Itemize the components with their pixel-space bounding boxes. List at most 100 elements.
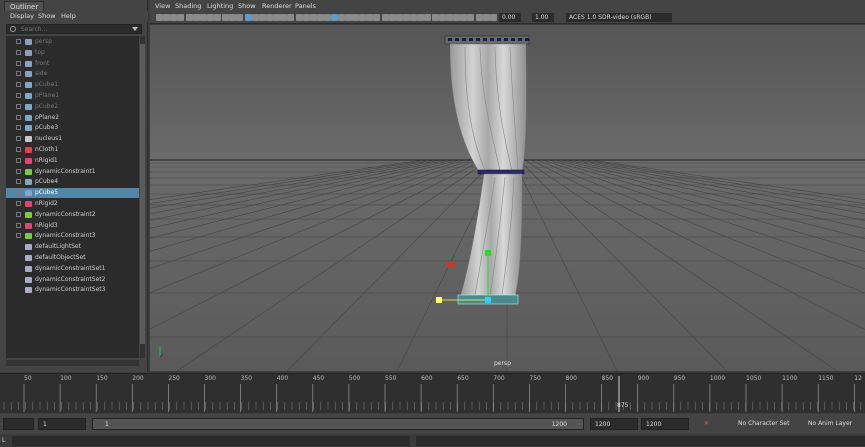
toolbar-tool-icon[interactable] <box>266 14 273 21</box>
outliner-item[interactable]: dynamicConstraint1 <box>6 167 139 177</box>
outliner-item[interactable]: pCube2 <box>6 102 139 112</box>
range-start-field[interactable] <box>3 418 34 430</box>
toolbar-tool-icon[interactable] <box>403 14 410 21</box>
command-input[interactable] <box>12 436 410 446</box>
outliner-item[interactable]: pCube3 <box>6 123 139 133</box>
toolbar-tool-icon[interactable] <box>483 14 490 21</box>
colorspace-select[interactable]: ACES 1.0 SDR-video (sRGB) <box>566 13 672 22</box>
range-slider[interactable]: 1 1200 <box>92 418 584 430</box>
outliner-item[interactable]: pCube5 <box>6 188 139 199</box>
toolbar-tool-icon[interactable] <box>396 14 403 21</box>
outliner-item[interactable]: persp <box>6 37 139 47</box>
menu-help[interactable]: Help <box>61 12 76 20</box>
toolbar-tool-icon[interactable] <box>280 14 287 21</box>
3d-viewport[interactable] <box>150 25 865 371</box>
outliner-item[interactable]: defaultLightSet <box>6 242 139 252</box>
outliner-item[interactable]: nucleus1 <box>6 134 139 144</box>
toolbar-tool-icon[interactable] <box>317 14 324 21</box>
toolbar-tool-icon[interactable] <box>200 14 207 21</box>
auto-key-icon[interactable]: ✕ <box>700 418 712 430</box>
toolbar-tool-icon[interactable] <box>163 14 170 21</box>
outliner-item[interactable]: pPlane1 <box>6 91 139 101</box>
expand-toggle-icon[interactable] <box>16 157 21 163</box>
outliner-item[interactable]: pCube1 <box>6 80 139 90</box>
toolbar-tool-icon[interactable] <box>410 14 417 21</box>
toolbar-tool-icon[interactable] <box>170 14 177 21</box>
expand-toggle-icon[interactable] <box>16 201 21 206</box>
expand-toggle-icon[interactable] <box>16 71 21 77</box>
expand-toggle-icon[interactable] <box>16 233 21 239</box>
menu-view[interactable]: View <box>155 2 170 10</box>
toolbar-tool-icon[interactable] <box>490 14 497 21</box>
playback-start-field[interactable]: 1 <box>38 418 86 430</box>
expand-toggle-icon[interactable] <box>16 49 21 55</box>
toolbar-tool-icon[interactable] <box>303 14 310 21</box>
exposure-field[interactable]: 0.00 <box>499 13 521 22</box>
toolbar-tool-icon[interactable] <box>245 14 252 21</box>
expand-toggle-icon[interactable] <box>16 39 21 44</box>
toolbar-tool-icon[interactable] <box>236 14 243 21</box>
toolbar-tool-icon[interactable] <box>193 14 200 21</box>
toolbar-tool-icon[interactable] <box>177 14 184 21</box>
menu-display[interactable]: Display <box>10 12 34 20</box>
toolbar-tool-icon[interactable] <box>476 14 483 21</box>
menu-show[interactable]: Show <box>38 12 56 20</box>
outliner-item[interactable]: dynamicConstraint2 <box>6 210 139 220</box>
toolbar-tool-icon[interactable] <box>345 14 352 21</box>
menu-lighting[interactable]: Lighting <box>207 2 233 10</box>
expand-toggle-icon[interactable] <box>16 82 21 88</box>
toolbar-tool-icon[interactable] <box>207 14 214 21</box>
menu-shading[interactable]: Shading <box>175 2 201 10</box>
toolbar-tool-icon[interactable] <box>259 14 266 21</box>
outliner-item[interactable]: top <box>6 48 139 58</box>
toolbar-tool-icon[interactable] <box>310 14 317 21</box>
outliner-item[interactable]: side <box>6 69 139 79</box>
toolbar-tool-icon[interactable] <box>338 14 345 21</box>
toolbar-tool-icon[interactable] <box>453 14 460 21</box>
outliner-item[interactable]: dynamicConstraint3 <box>6 231 139 241</box>
scroll-thumb[interactable] <box>140 44 145 344</box>
toolbar-tool-icon[interactable] <box>417 14 424 21</box>
outliner-item[interactable]: dynamicConstraintSet2 <box>6 275 139 285</box>
outliner-item[interactable]: nRigid3 <box>6 221 139 231</box>
expand-toggle-icon[interactable] <box>16 211 21 217</box>
outliner-item[interactable]: pPlane2 <box>6 113 139 123</box>
toolbar-tool-icon[interactable] <box>389 14 396 21</box>
expand-toggle-icon[interactable] <box>16 179 21 185</box>
toolbar-tool-icon[interactable] <box>156 14 163 21</box>
expand-toggle-icon[interactable] <box>16 103 21 109</box>
expand-toggle-icon[interactable] <box>16 93 21 98</box>
expand-toggle-icon[interactable] <box>16 114 21 120</box>
toolbar-tool-icon[interactable] <box>424 14 431 21</box>
character-set-select[interactable]: No Character Set <box>734 418 794 430</box>
toolbar-tool-icon[interactable] <box>273 14 280 21</box>
outliner-vscrollbar[interactable] <box>140 36 145 358</box>
toolbar-tool-icon[interactable] <box>252 14 259 21</box>
expand-toggle-icon[interactable] <box>16 125 21 131</box>
outliner-item[interactable]: pCube4 <box>6 177 139 187</box>
toolbar-tool-icon[interactable] <box>324 14 331 21</box>
anim-layer-select[interactable]: No Anim Layer <box>804 418 864 430</box>
toolbar-tool-icon[interactable] <box>446 14 453 21</box>
outliner-item[interactable]: nRigid2 <box>6 199 139 209</box>
outliner-item[interactable]: dynamicConstraintSet1 <box>6 264 139 274</box>
expand-toggle-icon[interactable] <box>16 222 21 228</box>
outliner-item[interactable]: defaultObjectSet <box>6 253 139 263</box>
toolbar-tool-icon[interactable] <box>331 14 338 21</box>
command-language-label[interactable]: L <box>2 437 5 444</box>
toolbar-tool-icon[interactable] <box>366 14 373 21</box>
time-slider[interactable]: 50 100 150 200 250 300 350 400 450 500 550 600 650 70… <box>0 373 865 413</box>
toolbar-tool-icon[interactable] <box>460 14 467 21</box>
toolbar-tool-icon[interactable] <box>359 14 366 21</box>
dropdown-arrow-icon[interactable] <box>132 27 138 31</box>
menu-renderer[interactable]: Renderer <box>262 2 292 10</box>
toolbar-tool-icon[interactable] <box>229 14 236 21</box>
playback-end-field[interactable]: 1200 <box>590 418 638 430</box>
expand-toggle-icon[interactable] <box>16 147 21 152</box>
gamma-field[interactable]: 1.00 <box>532 13 554 22</box>
outliner-hscrollbar[interactable] <box>6 360 139 366</box>
viewport-scene[interactable] <box>150 25 865 371</box>
toolbar-tool-icon[interactable] <box>467 14 474 21</box>
toolbar-tool-icon[interactable] <box>432 14 439 21</box>
outliner-tab[interactable]: Outliner <box>4 1 45 11</box>
